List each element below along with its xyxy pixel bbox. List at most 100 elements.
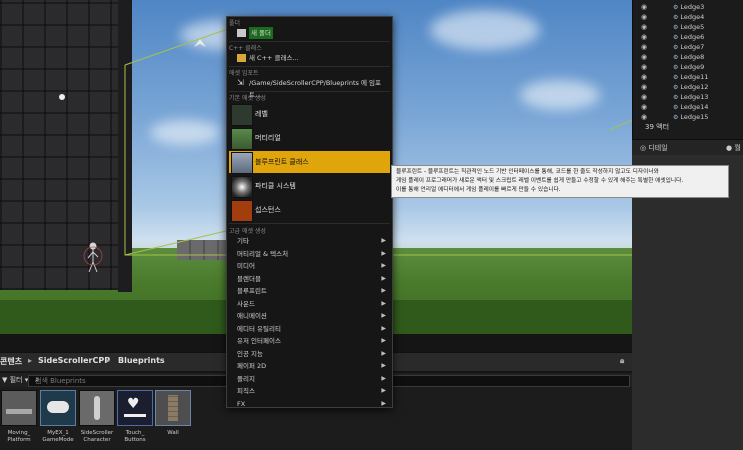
breadcrumb-content[interactable]: 콘텐츠	[0, 356, 22, 367]
tab-details[interactable]: ◎ 디테일	[640, 142, 668, 155]
outliner-row[interactable]: ◉Ledge4	[633, 12, 743, 22]
separator	[229, 66, 390, 67]
breadcrumb-blueprints[interactable]: Blueprints	[118, 356, 165, 365]
character-icon	[94, 396, 100, 420]
lock-icon[interactable]: 🔒︎	[620, 356, 624, 366]
outliner-row[interactable]: ◉Ledge5	[633, 22, 743, 32]
visibility-eye-icon[interactable]: ◉	[641, 2, 647, 12]
outliner-row[interactable]: ◉Ledge8	[633, 52, 743, 62]
submenu-item[interactable]: FX ▶	[229, 398, 390, 410]
menu-new-cpp-class-label: 새 C++ 클래스...	[249, 54, 299, 62]
asset-name: Moving_	[7, 430, 31, 436]
menu-blueprint-class[interactable]: 블루프린트 클래스	[229, 151, 390, 174]
visibility-eye-icon[interactable]: ◉	[641, 72, 647, 82]
tab-world-label: 월	[734, 144, 741, 152]
visibility-eye-icon[interactable]: ◉	[641, 82, 647, 92]
submenu-item[interactable]: 애니메이션 ▶	[229, 310, 390, 322]
submenu-item[interactable]: 피직스 ▶	[229, 385, 390, 397]
filter-button[interactable]: ▼ 필터 ▾	[2, 375, 28, 385]
menu-import[interactable]: ⇲ /Game/SideScrollerCPP/Blueprints 에 임포트…	[229, 77, 390, 100]
outliner-row[interactable]: ◉Ledge11	[633, 72, 743, 82]
outliner-row[interactable]: ◉ Ledge15	[633, 112, 743, 122]
tooltip-line: 블루프린트 - 블루프린트는 직관적인 노드 기반 인터페이스를 통해, 코드를…	[396, 169, 659, 175]
separator	[229, 223, 390, 224]
submenu-item[interactable]: 미디어 ▶	[229, 260, 390, 272]
outliner-row[interactable]: ◉Ledge13	[633, 92, 743, 102]
outliner-row[interactable]: ◉Ledge14	[633, 102, 743, 112]
asset-name: Touch_	[125, 430, 145, 436]
asset-name: Wall	[167, 430, 179, 436]
breadcrumb-sidescroller[interactable]: SideScrollerCPP	[38, 356, 110, 365]
submenu-item-label: 유저 인터페이스	[237, 337, 281, 345]
outliner-row[interactable]: ◉Ledge6	[633, 32, 743, 42]
submenu-item[interactable]: 머티리얼 & 텍스처 ▶	[229, 248, 390, 260]
import-icon: ⇲	[237, 78, 244, 87]
menu-particle-system[interactable]: 파티클 시스템	[229, 175, 390, 198]
submenu-arrow-icon: ▶	[381, 374, 386, 382]
asset-name: Platform	[7, 437, 31, 443]
tab-world[interactable]: ● 월	[726, 142, 741, 155]
menu-level[interactable]: 레벨	[229, 103, 390, 126]
menu-new-folder[interactable]: 새 폴더	[229, 27, 390, 39]
visibility-eye-icon[interactable]: ◉	[641, 102, 647, 112]
submenu-item-label: 기타	[237, 237, 249, 245]
substance-icon	[231, 200, 253, 222]
add-new-menu: 폴더 새 폴더 C++ 클래스 새 C++ 클래스... 애셋 임포트 ⇲ /G…	[226, 16, 393, 408]
submenu-item-label: 애니메이션	[237, 312, 267, 320]
separator	[229, 91, 390, 92]
menu-substance-label: 섭스턴스	[255, 206, 281, 214]
visibility-eye-icon[interactable]: ◉	[641, 62, 647, 72]
submenu-item[interactable]: 블렌더블 ▶	[229, 273, 390, 285]
outliner-row[interactable]: ◉Ledge7	[633, 42, 743, 52]
submenu-arrow-icon: ▶	[381, 237, 386, 244]
visibility-eye-icon[interactable]: ◉	[641, 42, 647, 52]
section-basic: 기본 애셋 생성	[229, 95, 266, 102]
bar-icon	[124, 414, 146, 417]
details-panel	[632, 155, 743, 450]
submenu-item[interactable]: 에디터 유틸리티 ▶	[229, 323, 390, 335]
asset-sidescroller-character[interactable]: SideScroller Character	[79, 390, 115, 444]
menu-substance[interactable]: 섭스턴스	[229, 199, 390, 222]
submenu-item-label: 플리지	[237, 374, 255, 383]
submenu-item[interactable]: 기타 ▶	[229, 235, 390, 247]
outliner-row[interactable]: ◉Ledge3	[633, 2, 743, 12]
menu-level-label: 레벨	[255, 110, 268, 118]
visibility-eye-icon[interactable]: ◉	[641, 12, 647, 22]
visibility-eye-icon[interactable]: ◉	[641, 22, 647, 32]
heart-icon: ♥	[127, 396, 140, 412]
submenu-item[interactable]: 블루프린트 ▶	[229, 285, 390, 297]
submenu-item[interactable]: 페이퍼 2D ▶	[229, 360, 390, 372]
outliner-row[interactable]: ◉Ledge12	[633, 82, 743, 92]
visibility-eye-icon[interactable]: ◉	[641, 92, 647, 102]
submenu-arrow-icon: ▶	[381, 287, 386, 294]
asset-name: Character	[83, 437, 111, 443]
section-advanced: 고급 애셋 생성	[229, 228, 266, 235]
outliner-row[interactable]: ◉Ledge9	[633, 62, 743, 72]
asset-moving-platform[interactable]: Moving_ Platform	[1, 390, 37, 444]
asset-myex-gamemode[interactable]: MyEX_1 GameMode	[40, 390, 76, 444]
details-icon: ◎	[640, 144, 647, 152]
submenu-item[interactable]: 플리지 ▶	[229, 373, 390, 385]
submenu-arrow-icon: ▶	[381, 349, 386, 357]
asset-name: SideScroller	[80, 430, 114, 436]
cpp-class-icon	[237, 54, 246, 62]
submenu-item-label: 피직스	[237, 387, 255, 395]
asset-touch-buttons[interactable]: ♥ Touch_ Buttons	[117, 390, 153, 444]
menu-new-cpp-class[interactable]: 새 C++ 클래스...	[229, 52, 390, 64]
submenu-item[interactable]: 유저 인터페이스 ▶	[229, 335, 390, 347]
menu-material[interactable]: 머티리얼	[229, 127, 390, 150]
gamepad-icon	[47, 401, 69, 413]
asset-wall[interactable]: Wall	[155, 390, 191, 437]
submenu-item-label: FX	[237, 399, 246, 408]
submenu-item[interactable]: 사운드 ▶	[229, 298, 390, 310]
visibility-eye-icon[interactable]: ◉	[641, 52, 647, 62]
asset-name: Buttons	[124, 437, 146, 443]
submenu-arrow-icon: ▶	[381, 337, 386, 344]
visibility-eye-icon[interactable]: ◉	[641, 112, 647, 122]
submenu-item-label: 인공 지능	[237, 349, 263, 358]
submenu-arrow-icon: ▶	[381, 362, 386, 369]
submenu-item[interactable]: 인공 지능 ▶	[229, 348, 390, 360]
particle-icon	[231, 176, 253, 198]
tab-details-label: 디테일	[648, 144, 668, 152]
visibility-eye-icon[interactable]: ◉	[641, 32, 647, 42]
